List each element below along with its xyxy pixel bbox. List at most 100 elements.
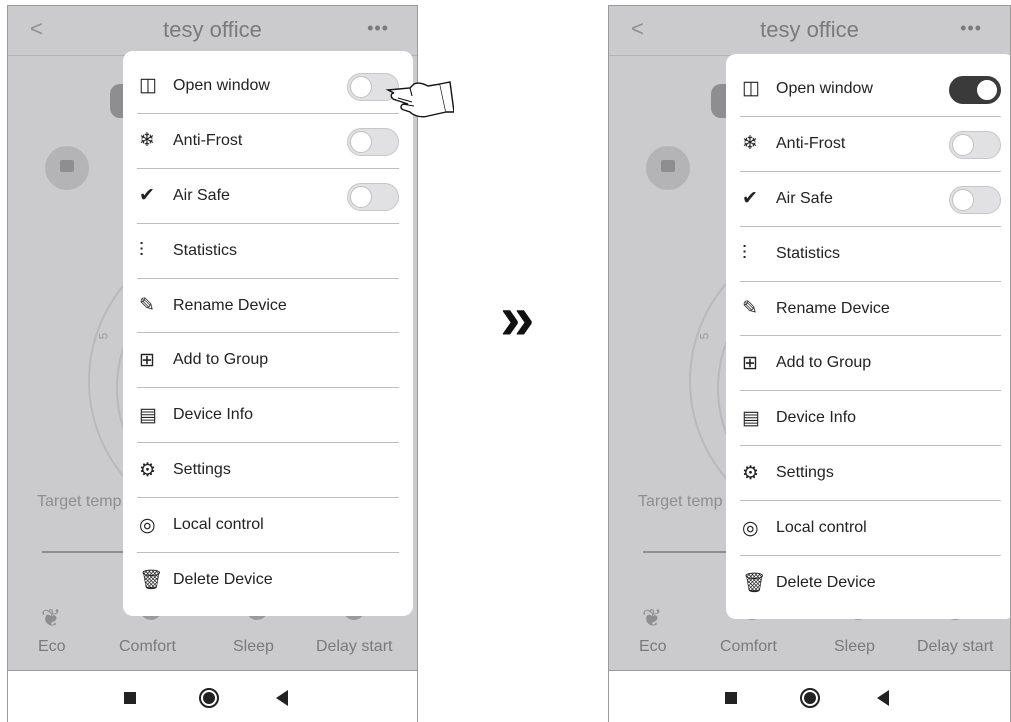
menu-item-label: Air Safe [776,189,833,207]
device-options-menu: ◫ Open window ❄ Anti-Frost ✔ Air Safe ⫶ … [123,51,413,616]
menu-item-label: Open window [173,76,270,94]
menu-item-local-control[interactable]: ◎ Local control [137,498,399,554]
temperature-slider [643,551,733,553]
menu-item-delete-device[interactable]: 🗑 Delete Device [137,553,399,608]
app-bar: < tesy office ••• [609,6,1010,56]
snowflake-icon: ❄ [139,130,155,152]
menu-item-label: Device Info [173,406,254,424]
local-control-icon: ◎ [139,514,156,536]
dial-scale-label: 5 [697,332,712,340]
menu-item-open-window[interactable]: ◫ Open window [740,62,1001,117]
menu-item-label: Rename Device [776,299,890,317]
trash-icon: 🗑 [139,570,164,592]
open-window-toggle[interactable] [949,76,1001,104]
menu-item-label: Local control [776,519,867,537]
menu-item-label: Open window [776,79,873,97]
add-to-group-icon: ⊞ [742,352,758,374]
lock-icon [45,146,89,190]
recent-apps-icon[interactable] [725,692,737,704]
menu-item-anti-frost[interactable]: ❄ Anti-Frost [137,114,399,169]
mode-comfort[interactable]: Comfort [720,638,777,656]
pencil-icon: ✎ [742,298,758,319]
statistics-icon: ⫶ [742,242,747,264]
gear-icon: ⚙ [742,462,760,484]
mode-delay-start[interactable]: Delay start [316,638,392,656]
menu-item-label: Add to Group [776,354,872,372]
menu-item-air-safe[interactable]: ✔ Air Safe [740,172,1001,227]
home-icon[interactable] [800,688,820,708]
menu-item-statistics[interactable]: ⫶ Statistics [137,224,399,279]
app-title: tesy office [163,17,262,42]
add-to-group-icon: ⊞ [139,349,155,371]
back-icon[interactable] [877,690,889,706]
device-info-icon: ▤ [139,404,157,426]
menu-item-label: Device Info [776,409,857,427]
device-options-menu: ◫ Open window ❄ Anti-Frost ✔ Air Safe ⫶ … [726,54,1010,619]
menu-item-rename-device[interactable]: ✎ Rename Device [740,282,1001,337]
back-icon[interactable] [276,690,288,706]
anti-frost-toggle[interactable] [949,130,1001,159]
menu-item-settings[interactable]: ⚙ Settings [137,443,399,499]
menu-item-rename-device[interactable]: ✎ Rename Device [137,279,399,334]
air-safe-toggle[interactable] [347,182,399,211]
menu-item-air-safe[interactable]: ✔ Air Safe [137,169,399,224]
mode-sleep[interactable]: Sleep [233,638,274,656]
menu-item-label: Anti-Frost [173,131,243,149]
menu-item-label: Add to Group [173,351,269,369]
window-icon: ◫ [139,75,157,97]
more-dots-icon[interactable]: ••• [960,18,982,39]
menu-item-add-to-group[interactable]: ⊞ Add to Group [740,336,1001,392]
mode-delay-start[interactable]: Delay start [917,638,993,656]
menu-item-device-info[interactable]: ▤ Device Info [740,391,1001,447]
menu-item-add-to-group[interactable]: ⊞ Add to Group [137,333,399,389]
menu-item-label: Rename Device [173,296,287,314]
gear-icon: ⚙ [139,459,157,481]
mode-eco[interactable]: Eco [639,638,667,656]
menu-item-label: Settings [173,461,231,479]
pencil-icon: ✎ [139,295,155,316]
menu-item-delete-device[interactable]: 🗑 Delete Device [740,556,1001,611]
menu-item-label: Delete Device [173,571,273,589]
trash-icon: 🗑 [742,573,767,595]
air-safe-toggle[interactable] [949,185,1001,214]
transition-arrow-icon: » [500,284,535,353]
app-bar: < tesy office ••• [8,6,417,56]
eco-leaf-icon: ❦ [642,605,663,632]
menu-item-anti-frost[interactable]: ❄ Anti-Frost [740,117,1001,172]
menu-item-local-control[interactable]: ◎ Local control [740,501,1001,557]
menu-item-open-window[interactable]: ◫ Open window [137,59,399,114]
lock-icon [646,146,690,190]
snowflake-icon: ❄ [742,133,758,155]
menu-item-label: Statistics [173,241,238,259]
menu-item-label: Air Safe [173,186,230,204]
target-temp-label: Target temp [638,493,723,510]
menu-item-label: Anti-Frost [776,134,846,152]
menu-item-label: Statistics [776,244,841,262]
menu-item-label: Local control [173,516,264,534]
menu-item-label: Delete Device [776,574,876,592]
more-dots-icon[interactable]: ••• [367,18,389,39]
menu-item-device-info[interactable]: ▤ Device Info [137,388,399,444]
home-icon[interactable] [199,688,219,708]
screen-before: < tesy office ••• 5 Target temp ❦ Eco Co… [7,5,418,722]
air-safe-icon: ✔ [139,185,155,207]
mode-eco[interactable]: Eco [38,638,66,656]
hand-pointer-icon [385,81,454,118]
android-navbar [8,670,417,722]
mode-sleep[interactable]: Sleep [834,638,875,656]
dial-scale-label: 5 [96,332,111,340]
screen-after: < tesy office ••• 5 Target temp ❦ Eco Co… [608,5,1011,722]
anti-frost-toggle[interactable] [347,127,399,156]
local-control-icon: ◎ [742,517,759,539]
mode-comfort[interactable]: Comfort [119,638,176,656]
target-temp-label: Target temp [37,493,122,510]
menu-item-settings[interactable]: ⚙ Settings [740,446,1001,502]
window-icon: ◫ [742,78,760,100]
air-safe-icon: ✔ [742,188,758,210]
menu-item-statistics[interactable]: ⫶ Statistics [740,227,1001,282]
menu-item-label: Settings [776,464,834,482]
android-navbar [609,670,1010,722]
device-info-icon: ▤ [742,407,760,429]
statistics-icon: ⫶ [139,239,144,261]
recent-apps-icon[interactable] [124,692,136,704]
